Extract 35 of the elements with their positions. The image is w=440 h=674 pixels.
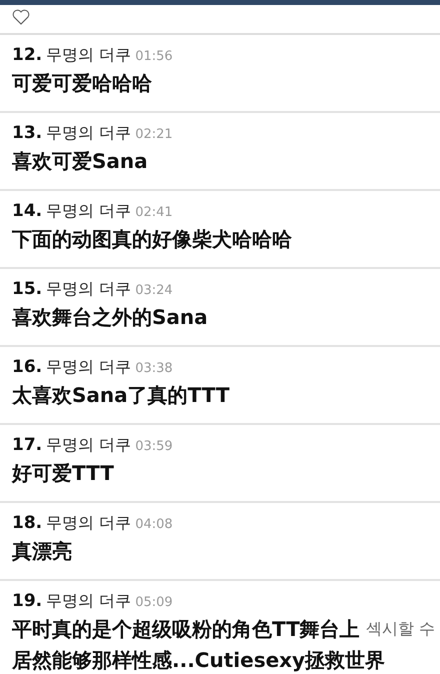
comment-time: 02:41 (135, 205, 173, 220)
comment-text: 喜欢舞台之外的Sana (12, 304, 208, 331)
comment-author: 무명의 더쿠 (46, 45, 132, 66)
comment-time: 03:59 (135, 439, 173, 454)
underlying-text: 섹시할 수 (366, 619, 435, 640)
comment-time: 03:38 (135, 361, 173, 376)
comment-time: 05:09 (135, 595, 173, 610)
comment-text: 平时真的是个超级吸粉的角色TT舞台上 (12, 616, 360, 643)
comment-number: 12. (12, 45, 42, 65)
comment-author: 무명의 더쿠 (46, 279, 132, 300)
comment-text: 可爱可爱哈哈哈 (12, 70, 152, 97)
comment-time: 01:56 (135, 49, 173, 64)
comment-number: 18. (12, 513, 42, 533)
heart-icon[interactable] (12, 9, 30, 25)
comment-number: 15. (12, 279, 42, 299)
comment-number: 16. (12, 357, 42, 377)
comment-text: 居然能够那样性感...Cutiesexy拯救世界 (12, 647, 386, 674)
comment-time: 04:08 (135, 517, 173, 532)
comment-author: 무명의 더쿠 (46, 357, 132, 378)
comment-time: 03:24 (135, 283, 173, 298)
comment-number: 14. (12, 201, 42, 221)
comment-author: 무명의 더쿠 (46, 513, 132, 534)
comment-author: 무명의 더쿠 (46, 123, 132, 144)
comment-text: 下面的动图真的好像柴犬哈哈哈 (12, 226, 292, 253)
comment-time: 02:21 (135, 127, 173, 142)
comment-number: 17. (12, 435, 42, 455)
comment-number: 13. (12, 123, 42, 143)
comment-text: 喜欢可爱Sana (12, 148, 148, 175)
comment-author: 무명의 더쿠 (46, 435, 132, 456)
comment-text: 太喜欢Sana了真的TTT (12, 382, 230, 409)
comment-text: 好可爱TTT (12, 460, 114, 487)
comment-author: 무명의 더쿠 (46, 591, 132, 612)
comment-text: 真漂亮 (12, 538, 72, 565)
comment-number: 19. (12, 591, 42, 611)
comment-author: 무명의 더쿠 (46, 201, 132, 222)
